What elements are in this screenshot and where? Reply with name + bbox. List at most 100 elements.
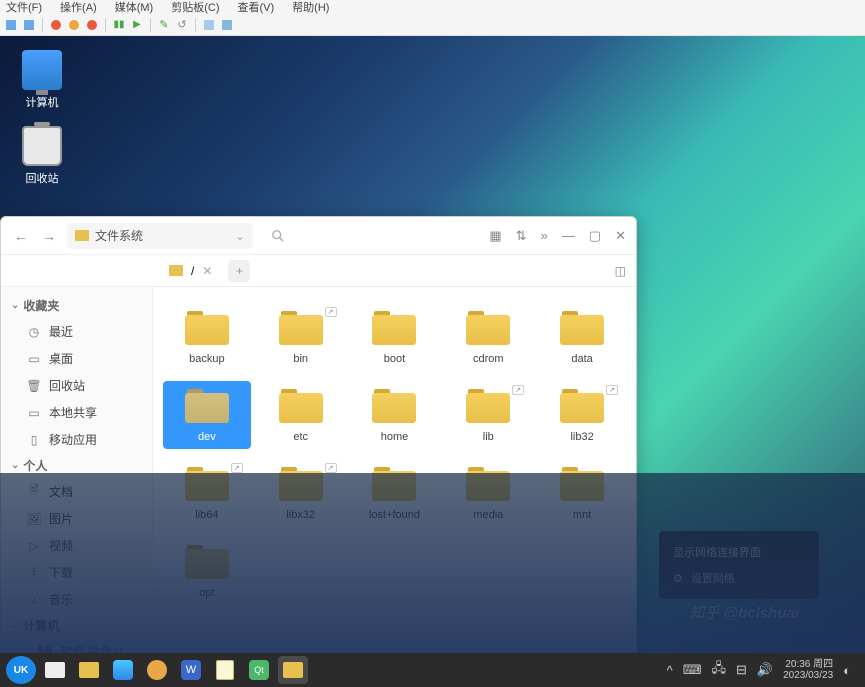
tb-sep bbox=[150, 18, 151, 32]
folder-cdrom[interactable]: cdrom bbox=[444, 303, 532, 371]
desktop-computer-label: 计算机 bbox=[10, 94, 74, 110]
tb-icon-1[interactable] bbox=[4, 18, 18, 32]
snapshot-icon[interactable]: ✎ bbox=[157, 18, 171, 32]
sb-recent[interactable]: ◷最近 bbox=[1, 318, 152, 345]
folder-label: lib32 bbox=[570, 431, 593, 443]
search-button[interactable] bbox=[261, 229, 481, 243]
task-active-folder[interactable] bbox=[278, 656, 308, 684]
sb-section-favorites[interactable]: ⌄收藏夹 bbox=[1, 293, 152, 318]
sb-section-personal[interactable]: ⌄个人 bbox=[1, 453, 152, 478]
folder-label: etc bbox=[293, 431, 308, 443]
folder-backup[interactable]: backup bbox=[163, 303, 251, 371]
sb-desktop[interactable]: ▭桌面 bbox=[1, 345, 152, 372]
folder-data[interactable]: data bbox=[538, 303, 626, 371]
task-browser[interactable] bbox=[142, 656, 172, 684]
folder-grid[interactable]: backup↗binbootcdromdatadevetchome↗lib↗li… bbox=[153, 287, 636, 685]
sb-section-computer[interactable]: ⌄计算机 bbox=[1, 613, 152, 638]
sb-downloads[interactable]: ⭳下载 bbox=[1, 559, 152, 586]
folder-label: lib bbox=[483, 431, 494, 443]
folder-home[interactable]: home bbox=[351, 381, 439, 449]
tray-caret-icon[interactable]: ^ bbox=[667, 663, 673, 678]
folder-icon bbox=[560, 389, 604, 423]
folder-label: dev bbox=[198, 431, 216, 443]
folder-boot[interactable]: boot bbox=[351, 303, 439, 371]
fullscreen-icon[interactable] bbox=[220, 18, 234, 32]
trash-icon bbox=[22, 126, 62, 166]
folder-dev[interactable]: dev bbox=[163, 381, 251, 449]
power-restart-icon[interactable] bbox=[67, 18, 81, 32]
task-app1[interactable] bbox=[108, 656, 138, 684]
sb-videos[interactable]: ▷视频 bbox=[1, 532, 152, 559]
desktop[interactable]: 计算机 回收站 ← → 文件系统 ⌄ ▦ ⇅ » — ▢ ✕ bbox=[0, 36, 865, 653]
sb-documents[interactable]: 🖹文档 bbox=[1, 478, 152, 505]
folder-opt[interactable]: opt bbox=[163, 537, 251, 605]
task-qt[interactable]: Qt bbox=[244, 656, 274, 684]
folder-lib[interactable]: ↗lib bbox=[444, 381, 532, 449]
folder-label: bin bbox=[293, 353, 308, 365]
sb-mobile[interactable]: ▯移动应用 bbox=[1, 426, 152, 453]
folder-libx32[interactable]: ↗libx32 bbox=[257, 459, 345, 527]
folder-etc[interactable]: etc bbox=[257, 381, 345, 449]
folder-icon bbox=[560, 311, 604, 345]
revert-icon[interactable]: ↺ bbox=[175, 18, 189, 32]
tb-icon-2[interactable] bbox=[22, 18, 36, 32]
power-shutdown-icon[interactable] bbox=[85, 18, 99, 32]
tray-volume-icon[interactable]: 🔊 bbox=[757, 662, 773, 678]
tray-night-icon[interactable]: ◐ bbox=[843, 663, 851, 678]
folder-media[interactable]: media bbox=[444, 459, 532, 527]
tab-close-button[interactable]: ✕ bbox=[202, 264, 212, 278]
panel-toggle-icon[interactable]: ◫ bbox=[615, 264, 626, 278]
menu-clipboard[interactable]: 剪贴板(C) bbox=[171, 0, 219, 15]
caret-down-icon: ⌄ bbox=[11, 300, 19, 311]
sb-pictures[interactable]: 🖼图片 bbox=[1, 505, 152, 532]
desktop-trash[interactable]: 回收站 bbox=[10, 126, 74, 186]
play-icon[interactable]: ▶ bbox=[130, 18, 144, 32]
pause-icon[interactable]: ▮▮ bbox=[112, 18, 126, 32]
search-icon bbox=[271, 229, 285, 243]
menu-view[interactable]: 查看(V) bbox=[238, 0, 275, 15]
path-selector[interactable]: 文件系统 ⌄ bbox=[67, 223, 253, 249]
forward-button[interactable]: → bbox=[39, 226, 59, 246]
net-show-connections[interactable]: 显示网络连接界面 bbox=[659, 539, 819, 565]
tray-disk-icon[interactable]: ⊟ bbox=[736, 662, 747, 678]
folder-label: data bbox=[571, 353, 592, 365]
folder-icon bbox=[466, 311, 510, 345]
task-editor[interactable] bbox=[210, 656, 240, 684]
power-off-icon[interactable] bbox=[49, 18, 63, 32]
sb-localshare[interactable]: ▭本地共享 bbox=[1, 399, 152, 426]
sb-trash[interactable]: 🗑回收站 bbox=[1, 372, 152, 399]
picture-icon: 🖼 bbox=[27, 512, 41, 526]
start-button[interactable]: UK bbox=[6, 656, 36, 684]
maximize-button[interactable]: ▢ bbox=[589, 228, 601, 244]
menu-help[interactable]: 帮助(H) bbox=[292, 0, 329, 15]
sb-section-label: 计算机 bbox=[23, 617, 59, 634]
task-folder[interactable] bbox=[74, 656, 104, 684]
menu-media[interactable]: 媒体(M) bbox=[115, 0, 154, 15]
sort-icon[interactable]: ⇅ bbox=[516, 228, 527, 244]
minimize-button[interactable]: — bbox=[562, 228, 575, 243]
folder-lib32[interactable]: ↗lib32 bbox=[538, 381, 626, 449]
net-settings[interactable]: ⚙设置网络 bbox=[659, 565, 819, 591]
folder-bin[interactable]: ↗bin bbox=[257, 303, 345, 371]
folder-mnt[interactable]: mnt bbox=[538, 459, 626, 527]
fm-tabbar: / ✕ + ◫ bbox=[1, 255, 636, 287]
tab-root[interactable]: / ✕ bbox=[161, 255, 220, 286]
back-button[interactable]: ← bbox=[11, 226, 31, 246]
display-icon[interactable] bbox=[202, 18, 216, 32]
symlink-badge-icon: ↗ bbox=[231, 463, 243, 473]
menu-file[interactable]: 文件(F) bbox=[6, 0, 42, 15]
folder-lib64[interactable]: ↗lib64 bbox=[163, 459, 251, 527]
menu-action[interactable]: 操作(A) bbox=[60, 0, 97, 15]
more-icon[interactable]: » bbox=[541, 228, 548, 243]
tray-keyboard-icon[interactable]: ⌨ bbox=[683, 662, 702, 678]
task-wps[interactable]: W bbox=[176, 656, 206, 684]
task-fm[interactable] bbox=[40, 656, 70, 684]
desktop-computer[interactable]: 计算机 bbox=[10, 50, 74, 110]
folder-lost+found[interactable]: lost+found bbox=[351, 459, 439, 527]
grid-view-icon[interactable]: ▦ bbox=[489, 228, 501, 244]
tray-network-icon[interactable]: 🖧 bbox=[711, 659, 726, 681]
sb-music[interactable]: ♪音乐 bbox=[1, 586, 152, 613]
tray-clock[interactable]: 20:36 周四 2023/03/23 bbox=[783, 659, 833, 681]
tab-add-button[interactable]: + bbox=[228, 260, 250, 282]
close-button[interactable]: ✕ bbox=[615, 228, 626, 244]
